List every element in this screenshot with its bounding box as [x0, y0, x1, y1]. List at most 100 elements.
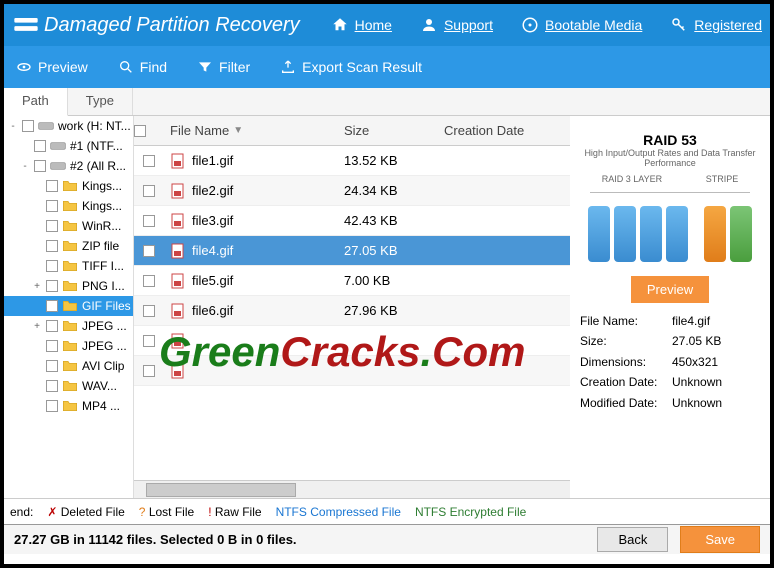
- support-icon: [420, 16, 438, 34]
- gif-file-icon: [170, 273, 186, 289]
- col-name-header[interactable]: File Name▼: [164, 123, 344, 138]
- expand-icon[interactable]: +: [32, 281, 42, 292]
- tool-find[interactable]: Find: [118, 59, 167, 75]
- file-row[interactable]: [134, 356, 570, 386]
- tree-checkbox[interactable]: [22, 120, 34, 132]
- header-link-home[interactable]: Home: [331, 16, 392, 34]
- app-title: Damaged Partition Recovery: [40, 14, 331, 37]
- tree-item[interactable]: ZIP file: [4, 236, 133, 256]
- gif-file-icon: [170, 363, 186, 379]
- tree-checkbox[interactable]: [46, 360, 58, 372]
- legend-deleted: ✗ Deleted File: [47, 505, 124, 519]
- tree-checkbox[interactable]: [46, 200, 58, 212]
- back-button[interactable]: Back: [597, 527, 668, 552]
- gif-file-icon: [170, 213, 186, 229]
- tree-item[interactable]: GIF Files: [4, 296, 133, 316]
- tree-item[interactable]: WinR...: [4, 216, 133, 236]
- header-link-bootable-media[interactable]: Bootable Media: [521, 16, 642, 34]
- tree-item[interactable]: MP4 ...: [4, 396, 133, 416]
- tree-checkbox[interactable]: [46, 280, 58, 292]
- filter-icon: [197, 59, 213, 75]
- tree-checkbox[interactable]: [46, 240, 58, 252]
- file-row[interactable]: [134, 326, 570, 356]
- raid-cylinders: [580, 206, 760, 262]
- gif-file-icon: [170, 243, 186, 259]
- tree-checkbox[interactable]: [46, 300, 58, 312]
- tree-checkbox[interactable]: [46, 380, 58, 392]
- tree-checkbox[interactable]: [46, 320, 58, 332]
- gif-file-icon: [170, 183, 186, 199]
- file-checkbox[interactable]: [143, 155, 155, 167]
- col-date-header[interactable]: Creation Date: [444, 123, 564, 138]
- file-checkbox[interactable]: [143, 275, 155, 287]
- meta-row: Size:27.05 KB: [580, 331, 760, 351]
- expand-icon[interactable]: -: [8, 121, 18, 132]
- file-columns: File Name▼ Size Creation Date: [134, 116, 570, 146]
- scroll-thumb[interactable]: [146, 483, 296, 497]
- tree-item[interactable]: TIFF I...: [4, 256, 133, 276]
- file-row[interactable]: file5.gif7.00 KB: [134, 266, 570, 296]
- file-checkbox[interactable]: [143, 335, 155, 347]
- preview-subtitle: High Input/Output Rates and Data Transfe…: [580, 148, 760, 168]
- toolbar: Preview Find Filter Export Scan Result: [4, 46, 770, 88]
- tree-item[interactable]: -work (H: NT...: [4, 116, 133, 136]
- expand-icon[interactable]: +: [32, 321, 42, 332]
- file-row[interactable]: file3.gif42.43 KB: [134, 206, 570, 236]
- key-icon: [670, 16, 688, 34]
- h-scrollbar[interactable]: [134, 480, 570, 498]
- tree-item[interactable]: AVI Clip: [4, 356, 133, 376]
- file-checkbox[interactable]: [143, 185, 155, 197]
- file-meta: File Name:file4.gifSize:27.05 KBDimensio…: [580, 311, 760, 413]
- tree-checkbox[interactable]: [46, 260, 58, 272]
- col-size-header[interactable]: Size: [344, 123, 444, 138]
- tree-checkbox[interactable]: [46, 340, 58, 352]
- meta-row: File Name:file4.gif: [580, 311, 760, 331]
- file-row[interactable]: file4.gif27.05 KB: [134, 236, 570, 266]
- title-bar: Damaged Partition Recovery Home Support Bo…: [4, 4, 770, 46]
- tool-export-scan-result[interactable]: Export Scan Result: [280, 59, 422, 75]
- gif-file-icon: [170, 303, 186, 319]
- file-row[interactable]: file1.gif13.52 KB: [134, 146, 570, 176]
- tree-item[interactable]: Kings...: [4, 176, 133, 196]
- header-link-registered[interactable]: Registered: [670, 16, 762, 34]
- header-link-support[interactable]: Support: [420, 16, 493, 34]
- file-checkbox[interactable]: [143, 365, 155, 377]
- check-all[interactable]: [134, 125, 146, 137]
- expand-icon[interactable]: -: [20, 161, 30, 172]
- legend-lost: ? Lost File: [139, 505, 194, 519]
- tree-checkbox[interactable]: [34, 160, 46, 172]
- tree-panel: -work (H: NT...#1 (NTF...-#2 (All R...Ki…: [4, 116, 134, 498]
- tree-checkbox[interactable]: [46, 400, 58, 412]
- save-button[interactable]: Save: [680, 526, 760, 553]
- file-list: file1.gif13.52 KBfile2.gif24.34 KBfile3.…: [134, 146, 570, 480]
- tree-checkbox[interactable]: [34, 140, 46, 152]
- tree-item[interactable]: WAV...: [4, 376, 133, 396]
- tree-item[interactable]: Kings...: [4, 196, 133, 216]
- tree-item[interactable]: #1 (NTF...: [4, 136, 133, 156]
- eye-icon: [16, 59, 32, 75]
- tab-bar: Path Type: [4, 88, 770, 116]
- legend-ntfs-compressed: NTFS Compressed File: [276, 505, 401, 519]
- tree-item[interactable]: JPEG ...: [4, 336, 133, 356]
- export-icon: [280, 59, 296, 75]
- home-icon: [331, 16, 349, 34]
- tab-type[interactable]: Type: [68, 88, 133, 115]
- tree-checkbox[interactable]: [46, 220, 58, 232]
- file-checkbox[interactable]: [143, 305, 155, 317]
- tree-item[interactable]: +PNG I...: [4, 276, 133, 296]
- tab-path[interactable]: Path: [4, 88, 68, 116]
- tool-filter[interactable]: Filter: [197, 59, 250, 75]
- file-row[interactable]: file2.gif24.34 KB: [134, 176, 570, 206]
- gif-file-icon: [170, 153, 186, 169]
- app-icon: [12, 13, 40, 37]
- tree-item[interactable]: -#2 (All R...: [4, 156, 133, 176]
- legend-bar: end: ✗ Deleted File ? Lost File ! Raw Fi…: [4, 498, 770, 524]
- file-row[interactable]: file6.gif27.96 KB: [134, 296, 570, 326]
- file-checkbox[interactable]: [143, 245, 155, 257]
- tree-item[interactable]: +JPEG ...: [4, 316, 133, 336]
- file-checkbox[interactable]: [143, 215, 155, 227]
- preview-button[interactable]: Preview: [631, 276, 709, 303]
- tree-checkbox[interactable]: [46, 180, 58, 192]
- sort-arrow-icon: ▼: [233, 125, 243, 136]
- tool-preview[interactable]: Preview: [16, 59, 88, 75]
